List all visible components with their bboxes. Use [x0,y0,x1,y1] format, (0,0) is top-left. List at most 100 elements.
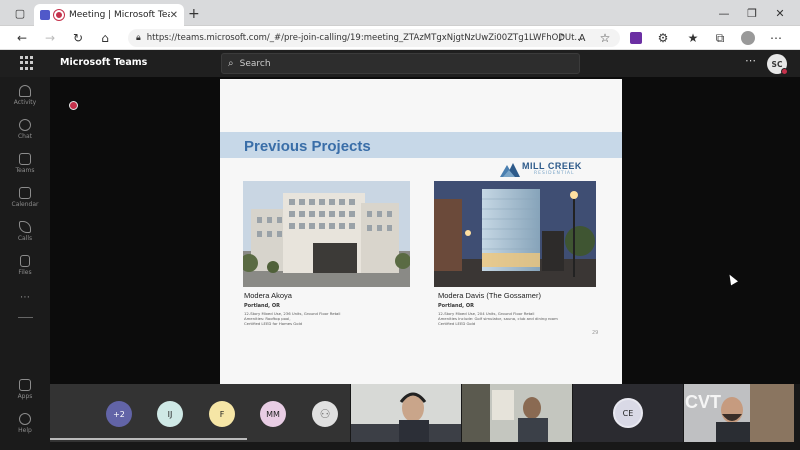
slide-title: Previous Projects [244,138,371,155]
participant-initials: IJ [167,409,173,419]
rail-apps[interactable]: Apps [0,379,50,400]
restore-icon[interactable]: ❐ [740,0,764,26]
project-location: Portland, OR [244,303,280,309]
more-apps-icon[interactable]: ⋯ [20,292,30,303]
participant-roster [50,384,350,442]
rail-files[interactable]: Files [0,255,50,276]
project-photo-akoya [243,181,410,287]
participant-avatar[interactable]: F [209,401,235,427]
user-avatar[interactable]: SC [767,54,788,75]
participant-avatar[interactable]: ⚇ [312,401,338,427]
microphone-icon[interactable]: ♪ [552,29,570,47]
home-icon[interactable]: ⌂ [96,29,114,47]
teams-favicon-icon [40,10,50,20]
help-icon [19,413,31,425]
rail-help[interactable]: Help [0,413,50,434]
bell-icon [19,85,31,97]
phone-icon [19,221,31,233]
back-icon[interactable]: ← [13,29,31,47]
read-aloud-icon[interactable]: A [573,29,591,47]
search-placeholder: Search [239,58,271,69]
rail-teams[interactable]: Teams [0,153,50,174]
new-tab-icon[interactable]: + [188,6,200,22]
rail-label: Apps [17,393,33,400]
rail-chat[interactable]: Chat [0,119,50,140]
video-tile[interactable] [351,384,461,442]
search-input[interactable]: ⌕ Search [221,53,580,74]
teams-header: Microsoft Teams ⌕ Search ⋯ SC [0,50,800,77]
app-name: Microsoft Teams [60,57,148,68]
project-location: Portland, OR [438,303,474,309]
overflow-participants[interactable]: +2 [106,401,132,427]
browser-tab[interactable]: Meeting | Microsoft Teams ✕ [34,4,184,26]
detail-line: Certified LEED Gold [438,321,476,326]
tab-actions-icon[interactable]: ▢ [8,0,32,26]
search-icon: ⌕ [228,58,234,69]
participant-initials: MM [266,409,280,419]
apps-icon [19,379,31,391]
favorite-add-icon[interactable]: ☆ [596,29,614,47]
project-details: 12-Story Mixed Use, 236 Units, Ground Fl… [244,311,394,326]
rail-calls[interactable]: Calls [0,221,50,242]
slide-page-number: 29 [592,330,599,336]
file-icon [20,255,30,267]
chat-icon [19,119,31,131]
rail-label: Files [18,269,32,276]
participant-initials: F [219,409,225,419]
overflow-count: +2 [113,409,125,419]
rail-divider [18,317,33,318]
browser-menu-icon[interactable]: ⋯ [767,29,785,47]
more-options-icon[interactable]: ⋯ [745,54,756,67]
minimize-icon[interactable]: — [712,0,736,26]
roster-scroll-indicator[interactable] [50,438,247,440]
tile-brand-text: CVT [685,392,721,412]
address-bar[interactable]: 🔒︎ https://teams.microsoft.com/_#/pre-jo… [128,29,620,47]
video-tile[interactable]: CVT [684,384,794,442]
collections-icon[interactable]: ⧉ [711,29,729,47]
detail-line: Certified LEED for Homes Gold [244,321,303,326]
refresh-icon[interactable]: ↻ [69,29,87,47]
app-launcher-icon[interactable] [20,56,34,70]
participant-initials: CE [622,408,634,418]
project-name: Modera Davis (The Gossamer) [438,291,541,300]
participant-avatar: CE [613,398,643,428]
close-window-icon[interactable]: ✕ [768,0,792,26]
url-text: https://teams.microsoft.com/_#/pre-join-… [146,33,583,43]
participant-video [462,384,572,442]
browser-tab-strip: ▢ Meeting | Microsoft Teams ✕ + — ❐ ✕ [0,0,800,26]
teams-icon [19,153,31,165]
logo-mark-icon [500,163,520,177]
person-icon: ⚇ [319,407,331,421]
rail-calendar[interactable]: Calendar [0,187,50,208]
logo-subtext: RESIDENTIAL [534,171,575,176]
rail-label: Chat [17,133,33,140]
favorites-icon[interactable]: ★ [684,29,702,47]
user-initials: SC [771,59,783,69]
forward-icon[interactable]: → [41,29,59,47]
rail-label: Activity [13,99,37,106]
project-photo-davis [434,181,596,287]
participant-avatar[interactable]: IJ [157,401,183,427]
logo-text: MILL CREEK [522,161,582,171]
rail-label: Teams [15,167,35,174]
extension-icon[interactable] [627,29,645,47]
calendar-icon [19,187,31,199]
participant-video [351,384,461,442]
rail-label: Calendar [11,201,39,208]
left-rail: Activity Chat Teams Calendar Calls Files… [0,77,50,450]
video-tile[interactable]: CE [573,384,683,442]
recording-indicator-icon [54,10,64,20]
rail-label: Help [18,427,32,434]
rail-activity[interactable]: Activity [0,85,50,106]
participant-avatar[interactable]: MM [260,401,286,427]
presence-dot-icon [781,68,788,75]
shared-slide: Previous Projects MILL CREEK RESIDENTIAL [220,79,622,384]
close-tab-icon[interactable]: ✕ [170,10,178,21]
extensions-puzzle-icon[interactable]: ⚙ [654,29,672,47]
video-tile[interactable] [462,384,572,442]
browser-nav-bar: ← → ↻ ⌂ 🔒︎ https://teams.microsoft.com/_… [0,26,800,50]
profile-icon[interactable] [739,29,757,47]
project-details: 12-Story Mixed Use, 204 Units, Ground Fl… [438,311,588,326]
lock-icon[interactable]: 🔒︎ [136,33,141,43]
recording-dot-icon [69,101,78,110]
